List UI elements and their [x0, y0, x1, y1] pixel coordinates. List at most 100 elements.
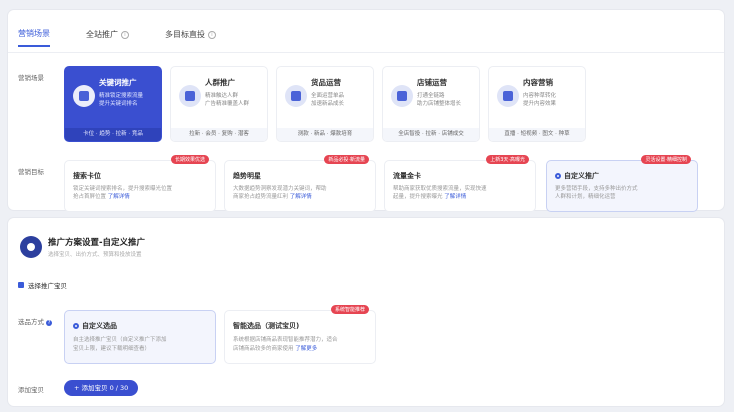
scenario-card-keyword[interactable]: 关键词推广 精准锁定搜索流量 提升关键词排名 卡位 · 趋势 · 拉新 · 竞品 — [64, 66, 162, 142]
goal-title-text: 自定义推广 — [564, 172, 599, 180]
scenario-card-store[interactable]: 店铺运营 打通全链路 助力店铺整体增长 全店智投 · 拉新 · 店铺成交 — [382, 66, 480, 142]
plan-option-title-text: 自定义选品 — [82, 322, 117, 330]
plan-subtitle: 选择宝贝、出价方式、预算和投放设置 — [48, 252, 142, 258]
learn-more-link[interactable]: 了解详情 — [444, 194, 466, 200]
goal-desc: 商家抢占趋势流量红利 了解详情 — [233, 192, 312, 200]
info-icon[interactable]: i — [121, 30, 129, 39]
scenario-tags: 测款 · 新品 · 爆款培育 — [277, 128, 373, 141]
plan-title: 推广方案设置-自定义推广 — [48, 238, 146, 248]
section-header: 选择推广宝贝 — [18, 280, 67, 290]
plan-option-title: 智能选品（测试宝贝) — [233, 321, 299, 331]
plan-method-label-text: 选品方式 — [18, 318, 44, 326]
scenario-desc: 提升关键词排名 — [99, 101, 138, 107]
add-product-button[interactable]: + 添加宝贝 0 / 30 — [64, 380, 139, 396]
scenario-title: 人群推广 — [205, 78, 235, 87]
goal-title: 趋势明星 — [233, 171, 261, 181]
goal-badge: 长期效果优选 — [170, 155, 209, 164]
plan-option-smart[interactable]: 系统智能推荐 智能选品（测试宝贝) 系统根据店铺商品表现智能推荐潜力，适合 店铺… — [224, 305, 376, 364]
scenario-title: 内容营销 — [523, 78, 553, 87]
info-icon[interactable]: i — [208, 30, 216, 39]
tab-multi-goal[interactable]: 多目标直投 i — [165, 28, 216, 47]
audience-icon — [179, 85, 201, 107]
plan-option-desc-text: 店铺商品较多的商家使用 — [233, 346, 294, 352]
scenario-tags: 全店智投 · 拉新 · 店铺成交 — [383, 128, 479, 141]
scenario-desc: 全面运营单品 — [311, 93, 345, 99]
scenario-desc: 内容种草转化 — [523, 93, 557, 99]
plan-option-desc: 自主选择推广宝贝（自定义推广下添加 — [73, 337, 167, 343]
tab-label: 全站推广 — [86, 30, 118, 39]
scenario-desc: 广告精准覆盖人群 — [205, 101, 250, 107]
scenario-card-content[interactable]: 内容营销 内容种草转化 提升内容效果 直播 · 短视频 · 图文 · 种草 — [488, 66, 586, 142]
product-icon — [285, 85, 307, 107]
scenario-desc: 助力店铺整体增长 — [417, 101, 462, 107]
plan-icon — [20, 236, 42, 258]
tab-site-wide-promotion[interactable]: 全站推广 i — [86, 28, 129, 47]
plan-option-title: 自定义选品 — [73, 321, 117, 331]
learn-more-link[interactable]: 了解详情 — [108, 194, 130, 200]
plan-settings-panel: 推广方案设置-自定义推广 选择宝贝、出价方式、预算和投放设置 选择推广宝贝 选品… — [8, 218, 724, 406]
add-product-label: 添加宝贝 — [18, 386, 44, 394]
plan-option-title-text: 智能选品（测试宝贝) — [233, 322, 300, 330]
goal-title: 搜索卡位 — [73, 171, 101, 181]
goal-desc: 帮助商家获取优质搜索流量，实现快速 — [393, 186, 487, 192]
goal-card-custom[interactable]: 灵活设置·精细控制 自定义推广 更多营销手段，支持多种出价方式 人群和计划，精细… — [546, 155, 698, 212]
scenario-tags: 卡位 · 趋势 · 拉新 · 竞品 — [65, 128, 161, 141]
goal-badge: 灵活设置·精细控制 — [641, 155, 691, 164]
goal-desc: 大数据趋势洞察发现潜力关键词，帮助 — [233, 186, 327, 192]
scenario-desc: 精准触达人群 — [205, 93, 239, 99]
scenario-desc: 提升内容效果 — [523, 101, 557, 107]
goal-badge: 新品必投·新流量 — [324, 155, 369, 164]
store-icon — [391, 85, 413, 107]
goal-desc: 抢占首屏位置 了解详情 — [73, 192, 130, 200]
goal-title: 自定义推广 — [555, 171, 599, 181]
content-icon — [497, 85, 519, 107]
scenario-row-label: 营销场景 — [18, 74, 44, 82]
scenario-desc: 精准锁定搜索流量 — [99, 93, 144, 99]
goal-desc: 锁定关键词搜索排名，提升搜索曝光位置 — [73, 186, 173, 192]
plan-method-label: 选品方式 ? — [18, 316, 53, 326]
section-title: 选择推广宝贝 — [28, 282, 67, 290]
help-icon[interactable]: ? — [46, 320, 53, 326]
section-marker-icon — [18, 282, 24, 288]
goal-title-text: 趋势明星 — [233, 172, 261, 180]
scenario-card-product[interactable]: 货品运营 全面运营单品 加速新品成长 测款 · 新品 · 爆款培育 — [276, 66, 374, 142]
goal-card-trend-star[interactable]: 新品必投·新流量 趋势明星 大数据趋势洞察发现潜力关键词，帮助 商家抢占趋势流量… — [224, 155, 376, 212]
goal-card-traffic-gold[interactable]: 上新3天·高曝光 流量金卡 帮助商家获取优质搜索流量，实现快速 起量，提升搜索曝… — [384, 155, 536, 212]
goal-desc: 更多营销手段，支持多种出价方式 — [555, 186, 638, 192]
tab-marketing-scenario[interactable]: 营销场景 — [18, 28, 50, 47]
goal-desc: 起量，提升搜索曝光 了解详情 — [393, 192, 466, 200]
scenario-tags: 拉新 · 会员 · 复购 · 潜客 — [171, 128, 267, 141]
tab-label: 营销场景 — [18, 29, 50, 38]
plan-option-custom[interactable]: 自定义选品 自主选择推广宝贝（自定义推广下添加 宝贝上限，建议下载明细查看） — [64, 310, 216, 364]
learn-more-link[interactable]: 了解更多 — [295, 346, 317, 352]
tab-divider — [8, 52, 724, 53]
plan-option-desc: 系统根据店铺商品表现智能推荐潜力，适合 — [233, 337, 338, 343]
scenario-card-audience[interactable]: 人群推广 精准触达人群 广告精准覆盖人群 拉新 · 会员 · 复购 · 潜客 — [170, 66, 268, 142]
radio-selected-icon[interactable] — [555, 173, 561, 179]
plan-option-desc: 宝贝上限，建议下载明细查看） — [73, 346, 151, 352]
plan-option-desc: 店铺商品较多的商家使用 了解更多 — [233, 344, 317, 352]
scenario-title: 店铺运营 — [417, 78, 447, 87]
scenario-title: 货品运营 — [311, 78, 341, 87]
radio-selected-icon[interactable] — [73, 323, 79, 329]
goal-title-text: 搜索卡位 — [73, 172, 101, 180]
tab-bar: 营销场景 全站推广 i 多目标直投 i — [18, 28, 216, 47]
goal-title-text: 流量金卡 — [393, 172, 421, 180]
scenario-desc: 加速新品成长 — [311, 101, 345, 107]
tab-label: 多目标直投 — [165, 30, 205, 39]
goal-desc-text: 起量，提升搜索曝光 — [393, 194, 443, 200]
goal-desc: 人群和计划，精细化运营 — [555, 194, 616, 200]
keyword-icon — [73, 85, 95, 107]
goal-title: 流量金卡 — [393, 171, 421, 181]
campaign-setup-panel: 营销场景 全站推广 i 多目标直投 i 营销场景 关键词推广 精准锁定搜索流量 … — [8, 10, 724, 212]
scenario-title: 关键词推广 — [99, 78, 137, 87]
scenario-tags: 直播 · 短视频 · 图文 · 种草 — [489, 128, 585, 141]
goal-card-search-position[interactable]: 长期效果优选 搜索卡位 锁定关键词搜索排名，提升搜索曝光位置 抢占首屏位置 了解… — [64, 155, 216, 212]
goal-badge: 上新3天·高曝光 — [486, 155, 529, 164]
goal-desc-text: 商家抢占趋势流量红利 — [233, 194, 289, 200]
learn-more-link[interactable]: 了解详情 — [290, 194, 312, 200]
goal-row-label: 营销目标 — [18, 168, 44, 176]
scenario-desc: 打通全链路 — [417, 93, 445, 99]
goal-desc-text: 抢占首屏位置 — [73, 194, 107, 200]
plan-option-badge: 系统智能推荐 — [330, 305, 369, 314]
